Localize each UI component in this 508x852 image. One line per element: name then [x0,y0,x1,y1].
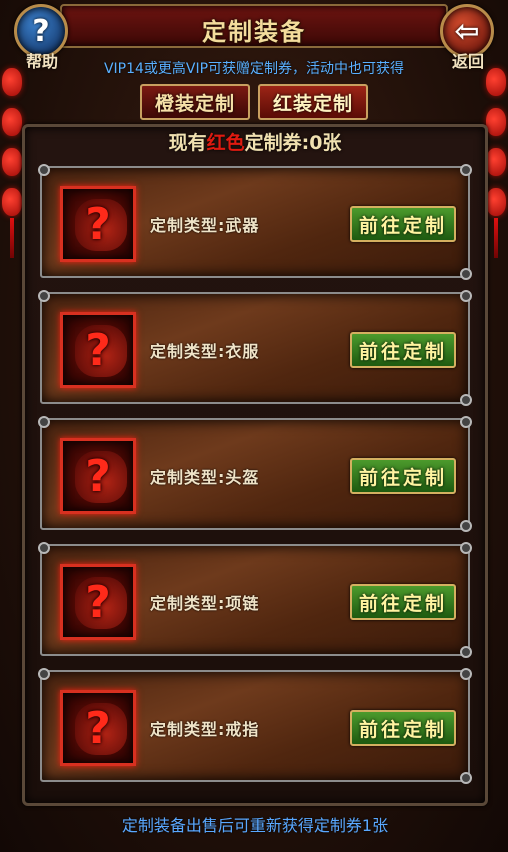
go-customize-button[interactable]: 前往定制 [350,710,456,746]
tab-orange-custom[interactable]: 橙装定制 [140,84,250,120]
go-customize-button[interactable]: 前往定制 [350,584,456,620]
title-bar: 定制装备 [60,4,448,48]
custom-card-necklace: ? 定制类型:项链 前往定制 [38,542,472,658]
custom-card-ring: ? 定制类型:戒指 前往定制 [38,668,472,784]
card-type-label: 定制类型:项链 [150,594,260,613]
tab-red-custom[interactable]: 红装定制 [258,84,368,120]
tassel-decoration [10,218,14,258]
lantern-decoration [2,148,22,176]
coupon-suffix: 定制券:0张 [244,132,342,154]
game-window: 定制装备 ? 帮助 ⇦ 返回 VIP14或更高VIP可获赠定制券，活动中也可获得… [0,0,508,852]
coupon-highlight: 红色 [206,132,245,154]
page-title: 定制装备 [202,18,306,46]
corner-rivet [460,520,472,532]
coupon-prefix: 现有 [168,132,207,154]
helmet-icon[interactable]: ? [60,438,136,514]
armor-icon[interactable]: ? [60,312,136,388]
corner-rivet [460,646,472,658]
weapon-icon[interactable]: ? [60,186,136,262]
corner-rivet [38,668,50,680]
corner-rivet [38,290,50,302]
card-type-label: 定制类型:衣服 [150,342,260,361]
vip-note: VIP14或更高VIP可获赠定制券，活动中也可获得 [103,61,405,77]
card-type-label: 定制类型:头盔 [150,468,260,487]
custom-card-armor: ? 定制类型:衣服 前往定制 [38,290,472,406]
lantern-decoration [486,108,506,136]
custom-card-helmet: ? 定制类型:头盔 前往定制 [38,416,472,532]
go-customize-button[interactable]: 前往定制 [350,206,456,242]
card-type-label: 定制类型:武器 [150,216,260,235]
lantern-decoration [2,108,22,136]
corner-rivet [38,542,50,554]
necklace-icon[interactable]: ? [60,564,136,640]
corner-rivet [460,772,472,784]
corner-rivet [460,668,472,680]
coupon-count: 现有红色定制券:0张 [22,128,488,155]
lantern-decoration [486,68,506,96]
corner-rivet [460,290,472,302]
corner-rivet [460,394,472,406]
lantern-decoration [486,148,506,176]
corner-rivet [460,416,472,428]
lantern-decoration [2,68,22,96]
ring-icon[interactable]: ? [60,690,136,766]
lantern-decoration [486,188,506,216]
lantern-decoration [2,188,22,216]
corner-rivet [38,164,50,176]
corner-rivet [38,416,50,428]
go-customize-button[interactable]: 前往定制 [350,458,456,494]
footer-note: 定制装备出售后可重新获得定制券1张 [121,816,389,835]
corner-rivet [460,164,472,176]
corner-rivet [460,542,472,554]
tassel-decoration [494,218,498,258]
custom-card-weapon: ? 定制类型:武器 前往定制 [38,164,472,280]
go-customize-button[interactable]: 前往定制 [350,332,456,368]
card-type-label: 定制类型:戒指 [150,720,260,739]
corner-rivet [460,268,472,280]
